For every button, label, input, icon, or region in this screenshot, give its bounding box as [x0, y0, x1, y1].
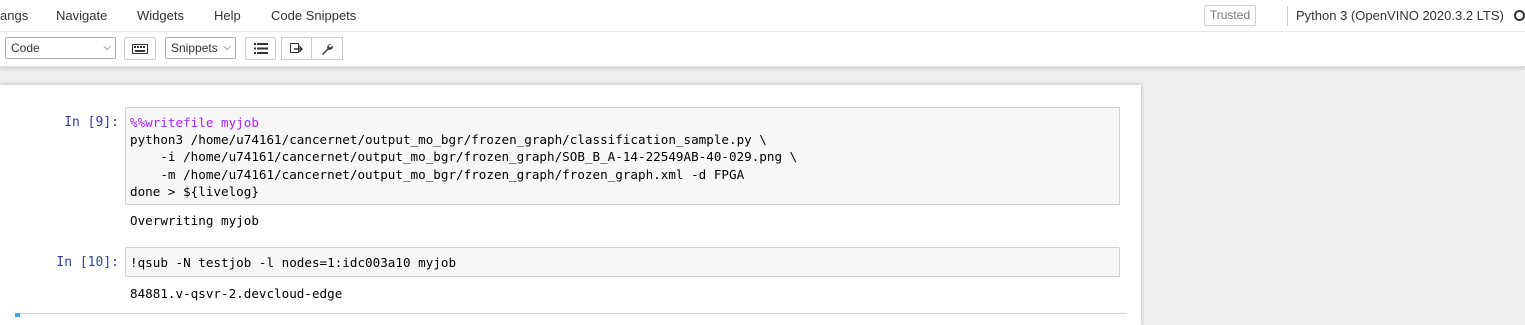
kernel-idle-icon — [1514, 10, 1525, 21]
menu-code-snippets[interactable]: Code Snippets — [271, 0, 356, 32]
code-line: !qsub -N testjob -l nodes=1:idc003a10 my… — [130, 255, 457, 270]
command-palette-button[interactable] — [124, 37, 156, 60]
extension-button-group — [281, 37, 343, 60]
keyboard-icon — [132, 43, 148, 54]
menu-help[interactable]: Help — [214, 0, 241, 32]
table-of-contents-button[interactable] — [245, 37, 276, 60]
code-line: %%writefile myjob — [130, 115, 259, 130]
chevron-down-icon: ⌵ — [103, 42, 111, 53]
cell-1-prompt: In [9]: — [64, 115, 119, 130]
cell-type-select[interactable]: Code ⌵ — [5, 37, 116, 59]
notebook-container: In [9]: %%writefile myjob python3 /home/… — [0, 85, 1141, 325]
trusted-badge[interactable]: Trusted — [1204, 5, 1256, 26]
cell-2-output: 84881.v-qsvr-2.devcloud-edge — [130, 286, 343, 301]
selected-cell-accent — [15, 313, 20, 317]
cell-type-value: Code — [11, 41, 40, 55]
cell-2-prompt: In [10]: — [56, 255, 119, 270]
menu-languages[interactable]: angs — [0, 0, 28, 32]
cell-2-code: !qsub -N testjob -l nodes=1:idc003a10 my… — [126, 248, 1119, 277]
list-icon — [253, 43, 268, 54]
cell-1-code: %%writefile myjob python3 /home/u74161/c… — [126, 108, 1119, 206]
cell-1-output: Overwriting myjob — [130, 213, 259, 228]
menubar: angs Navigate Widgets Help Code Snippets… — [0, 0, 1525, 32]
chevron-down-icon: ⌵ — [223, 42, 231, 53]
kernel-separator — [1287, 6, 1288, 26]
cell-1-input[interactable]: %%writefile myjob python3 /home/u74161/c… — [125, 107, 1120, 205]
snippets-value: Snippets — [171, 41, 218, 55]
kernel-name[interactable]: Python 3 (OpenVINO 2020.3.2 LTS) — [1296, 0, 1504, 32]
snippets-select[interactable]: Snippets ⌵ — [165, 37, 236, 59]
menu-navigate[interactable]: Navigate — [56, 0, 107, 32]
nbextension-button[interactable] — [281, 37, 312, 60]
code-line: -m /home/u74161/cancernet/output_mo_bgr/… — [130, 166, 745, 182]
code-line: python3 /home/u74161/cancernet/output_mo… — [130, 132, 767, 148]
menu-widgets[interactable]: Widgets — [137, 0, 184, 32]
toolbar: Code ⌵ Snippets ⌵ — [0, 32, 1525, 67]
cell-2-input[interactable]: !qsub -N testjob -l nodes=1:idc003a10 my… — [125, 247, 1120, 277]
code-line: done > ${livelog} — [130, 183, 259, 199]
code-line: -i /home/u74161/cancernet/output_mo_bgr/… — [130, 149, 798, 165]
wrench-icon — [322, 43, 333, 55]
export-icon — [290, 42, 303, 53]
tools-button[interactable] — [312, 37, 343, 60]
